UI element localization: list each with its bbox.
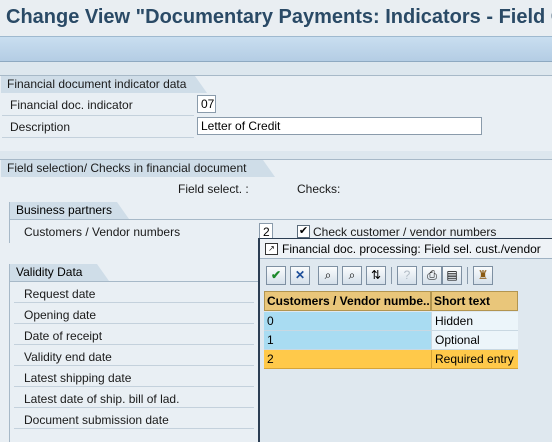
table-row-selected[interactable]: 2 Required entry [264, 350, 518, 369]
field-select-column-header: Field select. : [178, 182, 249, 196]
validity-row: Request date [14, 282, 254, 303]
check-customer-vendor-label: Check customer / vendor numbers [313, 225, 497, 239]
validity-row: Latest date of ship. bill of lad. [14, 387, 254, 408]
description-label: Description [10, 120, 71, 134]
validity-data-group-title: Validity Data [9, 264, 109, 281]
validity-row: Latest shipping date [14, 366, 254, 387]
application-toolbar [0, 36, 552, 62]
validity-row: Validity end date [14, 345, 254, 366]
description-field[interactable]: Letter of Credit [197, 117, 482, 135]
table-cell-text: Optional [431, 331, 518, 350]
cancel-button[interactable]: ✕ [290, 266, 310, 285]
latest-date-bill-of-lading-label: Latest date of ship. bill of lad. [24, 392, 180, 406]
find-next-button[interactable]: ⌕ [342, 266, 362, 285]
layout-button[interactable]: ▤ [442, 266, 462, 285]
binoculars-plus-icon: ⌕ [348, 268, 356, 282]
indicator-row: Financial doc. indicator [2, 94, 194, 116]
find-button[interactable]: ⌕ [318, 266, 338, 285]
printer-icon: ⎙ [427, 268, 437, 282]
date-of-receipt-label: Date of receipt [24, 329, 103, 343]
table-cell-text: Required entry [431, 350, 518, 369]
confirm-button[interactable]: ✔ [266, 266, 286, 285]
value-help-popup: ↗ Financial doc. processing: Field sel. … [258, 238, 552, 442]
toolbar-separator [391, 267, 392, 284]
table-row[interactable]: 1 Optional [264, 331, 518, 350]
indicator-label: Financial doc. indicator [10, 98, 133, 112]
opening-date-label: Opening date [24, 308, 97, 322]
close-icon: ✕ [294, 268, 306, 282]
customers-vendor-label: Customers / Vendor numbers [24, 225, 181, 239]
table-row[interactable]: 0 Hidden [264, 312, 518, 331]
document-submission-date-label: Document submission date [24, 413, 169, 427]
field-selection-group-title: Field selection/ Checks in financial doc… [1, 160, 275, 177]
window-icon: ↗ [265, 243, 278, 255]
help-button[interactable]: ? [397, 266, 417, 285]
table-cell-key: 0 [264, 312, 431, 331]
indicator-field[interactable]: 07 [197, 95, 216, 113]
technical-info-icon: ♜ [477, 268, 489, 282]
table-cell-key: 2 [264, 350, 431, 369]
request-date-label: Request date [24, 287, 96, 301]
layout-icon: ▤ [446, 268, 458, 282]
business-partners-group-title: Business partners [9, 202, 129, 219]
checks-column-header: Checks: [297, 182, 341, 196]
description-row: Description [2, 116, 194, 138]
latest-shipping-date-label: Latest shipping date [24, 371, 132, 385]
validity-row: Opening date [14, 303, 254, 324]
toolbar-separator [467, 267, 468, 284]
page-title: Change View "Documentary Payments: Indic… [6, 6, 552, 28]
popup-title-bar: ↗ Financial doc. processing: Field sel. … [260, 239, 552, 259]
popup-toolbar: ✔ ✕ ⌕ ⌕ ⇅ ? ⎙ ▤ ♜ [260, 263, 552, 287]
check-customer-vendor-checkbox[interactable]: ✔ [297, 225, 310, 238]
table-cell-text: Hidden [431, 312, 518, 331]
technical-info-button[interactable]: ♜ [473, 266, 493, 285]
popup-title: Financial doc. processing: Field sel. cu… [282, 242, 541, 256]
column-header-customers-vendor[interactable]: Customers / Vendor numbe... [264, 291, 431, 311]
table-cell-key: 1 [264, 331, 431, 350]
indicator-group: Financial document indicator data Financ… [0, 75, 552, 151]
print-button[interactable]: ⎙ [422, 266, 442, 285]
sort-icon: ⇅ [370, 268, 382, 282]
help-icon: ? [403, 268, 411, 282]
column-header-short-text[interactable]: Short text [431, 291, 518, 311]
sort-button[interactable]: ⇅ [366, 266, 386, 285]
binoculars-icon: ⌕ [324, 268, 332, 282]
validity-row: Document submission date [14, 408, 254, 429]
title-bar: Change View "Documentary Payments: Indic… [0, 0, 552, 36]
check-icon: ✔ [270, 268, 282, 282]
indicator-group-title: Financial document indicator data [1, 76, 207, 93]
validity-end-date-label: Validity end date [24, 350, 112, 364]
validity-row: Date of receipt [14, 324, 254, 345]
validity-data-group: Request date Opening date Date of receip… [9, 281, 259, 442]
